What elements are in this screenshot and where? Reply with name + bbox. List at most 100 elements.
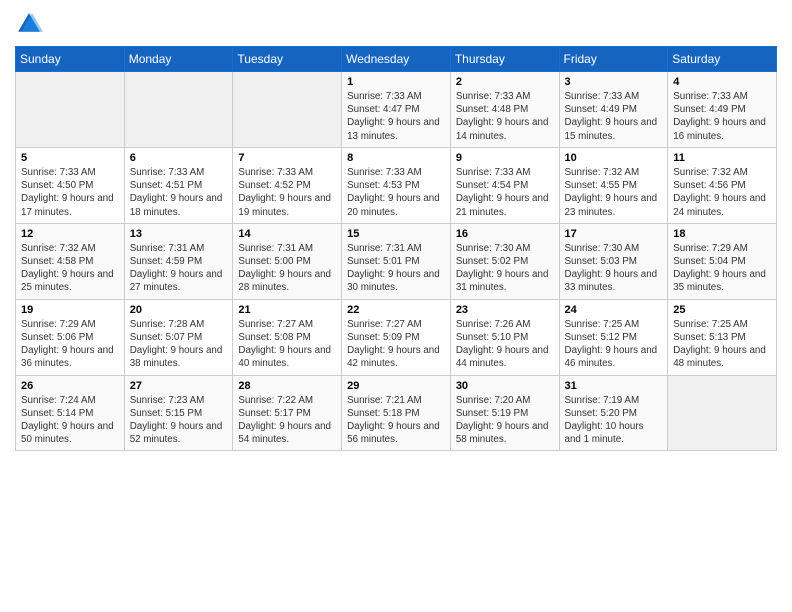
calendar-week-row: 5 Sunrise: 7:33 AMSunset: 4:50 PMDaylight… [16,147,777,223]
calendar-cell: 12 Sunrise: 7:32 AMSunset: 4:58 PMDayligh… [16,223,125,299]
calendar-cell: 11 Sunrise: 7:32 AMSunset: 4:56 PMDayligh… [668,147,777,223]
calendar-cell: 6Sunrise: 7:33 AMSunset: 4:51 PMDaylight… [124,147,233,223]
calendar-cell: 3Sunrise: 7:33 AMSunset: 4:49 PMDaylight… [559,72,668,148]
weekday-header: Friday [559,47,668,72]
day-number: 30 [456,380,554,392]
calendar-week-row: 12 Sunrise: 7:32 AMSunset: 4:58 PMDayligh… [16,223,777,299]
calendar-week-row: 26 Sunrise: 7:24 AMSunset: 5:14 PMDayligh… [16,375,777,451]
day-number: 5 [21,152,119,164]
day-number: 19 [21,304,119,316]
day-number: 13 [130,228,228,240]
day-number: 1 [347,76,445,88]
day-info: Sunrise: 7:32 AMSunset: 4:55 PMDaylight:… [565,166,663,219]
calendar-cell: 25 Sunrise: 7:25 AMSunset: 5:13 PMDayligh… [668,299,777,375]
calendar-cell: 28Sunrise: 7:22 AMSunset: 5:17 PMDayligh… [233,375,342,451]
day-number: 17 [565,228,663,240]
day-info: Sunrise: 7:33 AMSunset: 4:53 PMDaylight:… [347,166,445,219]
page: SundayMondayTuesdayWednesdayThursdayFrid… [0,0,792,612]
calendar-cell: 14 Sunrise: 7:31 AMSunset: 5:00 PMDayligh… [233,223,342,299]
calendar-cell: 5 Sunrise: 7:33 AMSunset: 4:50 PMDaylight… [16,147,125,223]
calendar-body: 1Sunrise: 7:33 AMSunset: 4:47 PMDaylight… [16,72,777,451]
calendar: SundayMondayTuesdayWednesdayThursdayFrid… [15,46,777,451]
weekday-header: Saturday [668,47,777,72]
calendar-cell: 19 Sunrise: 7:29 AMSunset: 5:06 PMDayligh… [16,299,125,375]
calendar-cell: 26 Sunrise: 7:24 AMSunset: 5:14 PMDayligh… [16,375,125,451]
calendar-cell [668,375,777,451]
day-info: Sunrise: 7:23 AMSunset: 5:15 PMDaylight:… [130,394,228,447]
day-number: 12 [21,228,119,240]
day-number: 7 [238,152,336,164]
day-info: Sunrise: 7:24 AMSunset: 5:14 PMDaylight:… [21,394,119,447]
day-info: Sunrise: 7:25 AMSunset: 5:12 PMDaylight:… [565,318,663,371]
day-info: Sunrise: 7:33 AMSunset: 4:49 PMDaylight:… [565,90,663,143]
day-info: Sunrise: 7:29 AMSunset: 5:06 PMDaylight:… [21,318,119,371]
day-info: Sunrise: 7:31 AMSunset: 5:00 PMDaylight:… [238,242,336,295]
day-number: 23 [456,304,554,316]
calendar-cell: 24 Sunrise: 7:25 AMSunset: 5:12 PMDayligh… [559,299,668,375]
calendar-cell: 18Sunrise: 7:29 AMSunset: 5:04 PMDayligh… [668,223,777,299]
calendar-cell: 27Sunrise: 7:23 AMSunset: 5:15 PMDayligh… [124,375,233,451]
day-number: 24 [565,304,663,316]
day-number: 15 [347,228,445,240]
day-info: Sunrise: 7:33 AMSunset: 4:49 PMDaylight:… [673,90,771,143]
day-info: Sunrise: 7:27 AMSunset: 5:09 PMDaylight:… [347,318,445,371]
day-info: Sunrise: 7:29 AMSunset: 5:04 PMDaylight:… [673,242,771,295]
day-info: Sunrise: 7:21 AMSunset: 5:18 PMDaylight:… [347,394,445,447]
day-number: 14 [238,228,336,240]
weekday-header: Sunday [16,47,125,72]
calendar-cell: 23 Sunrise: 7:26 AMSunset: 5:10 PMDayligh… [450,299,559,375]
calendar-cell: 9 Sunrise: 7:33 AMSunset: 4:54 PMDaylight… [450,147,559,223]
day-number: 22 [347,304,445,316]
day-number: 25 [673,304,771,316]
calendar-cell: 15 Sunrise: 7:31 AMSunset: 5:01 PMDayligh… [342,223,451,299]
day-info: Sunrise: 7:32 AMSunset: 4:58 PMDaylight:… [21,242,119,295]
day-info: Sunrise: 7:25 AMSunset: 5:13 PMDaylight:… [673,318,771,371]
calendar-cell: 4 Sunrise: 7:33 AMSunset: 4:49 PMDaylight… [668,72,777,148]
day-number: 31 [565,380,663,392]
logo [15,10,47,38]
weekday-header: Thursday [450,47,559,72]
calendar-week-row: 19 Sunrise: 7:29 AMSunset: 5:06 PMDayligh… [16,299,777,375]
calendar-cell: 21 Sunrise: 7:27 AMSunset: 5:08 PMDayligh… [233,299,342,375]
day-info: Sunrise: 7:33 AMSunset: 4:51 PMDaylight:… [130,166,228,219]
day-number: 11 [673,152,771,164]
day-number: 21 [238,304,336,316]
day-number: 2 [456,76,554,88]
day-number: 20 [130,304,228,316]
day-number: 8 [347,152,445,164]
calendar-cell [124,72,233,148]
day-info: Sunrise: 7:27 AMSunset: 5:08 PMDaylight:… [238,318,336,371]
calendar-cell: 30 Sunrise: 7:20 AMSunset: 5:19 PMDayligh… [450,375,559,451]
day-info: Sunrise: 7:33 AMSunset: 4:52 PMDaylight:… [238,166,336,219]
day-info: Sunrise: 7:30 AMSunset: 5:03 PMDaylight:… [565,242,663,295]
day-info: Sunrise: 7:31 AMSunset: 4:59 PMDaylight:… [130,242,228,295]
day-info: Sunrise: 7:31 AMSunset: 5:01 PMDaylight:… [347,242,445,295]
day-number: 16 [456,228,554,240]
day-info: Sunrise: 7:33 AMSunset: 4:54 PMDaylight:… [456,166,554,219]
day-info: Sunrise: 7:32 AMSunset: 4:56 PMDaylight:… [673,166,771,219]
day-number: 29 [347,380,445,392]
day-info: Sunrise: 7:28 AMSunset: 5:07 PMDaylight:… [130,318,228,371]
day-info: Sunrise: 7:33 AMSunset: 4:50 PMDaylight:… [21,166,119,219]
day-number: 10 [565,152,663,164]
calendar-cell [233,72,342,148]
calendar-header: SundayMondayTuesdayWednesdayThursdayFrid… [16,47,777,72]
day-info: Sunrise: 7:20 AMSunset: 5:19 PMDaylight:… [456,394,554,447]
day-number: 9 [456,152,554,164]
day-number: 26 [21,380,119,392]
calendar-cell: 7 Sunrise: 7:33 AMSunset: 4:52 PMDaylight… [233,147,342,223]
header [15,10,777,38]
day-info: Sunrise: 7:33 AMSunset: 4:48 PMDaylight:… [456,90,554,143]
day-number: 4 [673,76,771,88]
calendar-cell: 16Sunrise: 7:30 AMSunset: 5:02 PMDayligh… [450,223,559,299]
day-number: 28 [238,380,336,392]
calendar-cell: 17 Sunrise: 7:30 AMSunset: 5:03 PMDayligh… [559,223,668,299]
calendar-cell: 22 Sunrise: 7:27 AMSunset: 5:09 PMDayligh… [342,299,451,375]
calendar-cell: 2 Sunrise: 7:33 AMSunset: 4:48 PMDaylight… [450,72,559,148]
weekday-row: SundayMondayTuesdayWednesdayThursdayFrid… [16,47,777,72]
calendar-week-row: 1Sunrise: 7:33 AMSunset: 4:47 PMDaylight… [16,72,777,148]
weekday-header: Tuesday [233,47,342,72]
weekday-header: Monday [124,47,233,72]
day-info: Sunrise: 7:26 AMSunset: 5:10 PMDaylight:… [456,318,554,371]
logo-icon [15,10,43,38]
